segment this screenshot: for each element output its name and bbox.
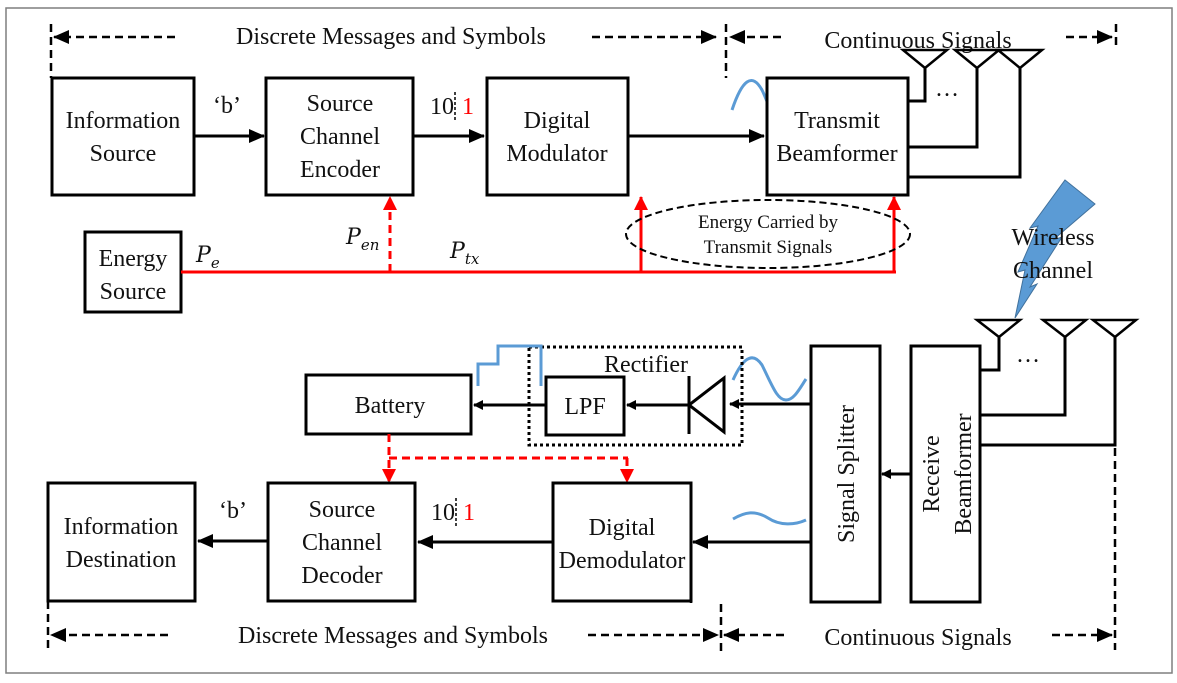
digital-demodulator-block[interactable]: Digital Demodulator — [551, 481, 693, 603]
rx-beamformer-line1: Receive — [919, 435, 945, 512]
signal-splitter-label: Signal Splitter — [834, 405, 860, 543]
bottom-continuous-label: Continuous Signals — [824, 625, 1011, 651]
battery-block[interactable]: Battery — [304, 373, 473, 436]
lpf-block[interactable]: LPF — [544, 375, 626, 437]
energy-source-line1: Energy — [99, 246, 168, 272]
bottom-discrete-label: Discrete Messages and Symbols — [238, 623, 548, 649]
energy-annotation-line1: Energy Carried by — [698, 212, 838, 233]
encoder-line1: Source — [307, 91, 374, 117]
tx-symbol-label: ‘b’ — [213, 93, 241, 119]
rx-antenna-ellipsis: … — [1016, 342, 1040, 368]
modulator-line2: Modulator — [506, 141, 607, 167]
energy-annotation-line2: Transmit Signals — [704, 237, 833, 258]
encoder-line2: Channel — [300, 124, 380, 150]
energy-source-block[interactable]: Energy Source — [83, 230, 183, 314]
rx-bits-label: 10 1 — [431, 500, 475, 526]
digital-modulator-block[interactable]: Digital Modulator — [485, 76, 630, 197]
rx-bits-black: 10 — [431, 500, 455, 526]
tx-bits-label: 10 1 — [430, 94, 474, 120]
modulator-line1: Digital — [524, 108, 591, 134]
decoder-line2: Channel — [302, 530, 382, 556]
source-channel-encoder-block[interactable]: Source Channel Encoder — [264, 76, 415, 197]
swipt-system-diagram: Discrete Messages and Symbols Continuous… — [5, 7, 1173, 674]
information-destination-line2: Destination — [66, 547, 177, 573]
tx-antenna-ellipsis: … — [935, 76, 959, 102]
receive-beamformer-block[interactable]: Receive Beamformer — [909, 344, 982, 604]
information-source-line1: Information — [66, 108, 181, 134]
rx-beamformer-line2: Beamformer — [951, 413, 977, 534]
lpf-label: LPF — [564, 394, 605, 420]
tx-beamformer-line1: Transmit — [794, 108, 880, 134]
encoder-line3: Encoder — [300, 157, 380, 183]
decoder-line1: Source — [309, 497, 376, 523]
rectifier-label: Rectifier — [604, 352, 688, 378]
rx-symbol-label: ‘b’ — [219, 498, 247, 524]
signal-splitter-block[interactable]: Signal Splitter — [809, 344, 882, 604]
demodulator-line1: Digital — [589, 515, 656, 541]
wireless-channel-line1: Wireless — [1011, 225, 1094, 251]
transmit-beamformer-block[interactable]: Transmit Beamformer — [765, 76, 910, 197]
battery-label: Battery — [355, 393, 426, 419]
decoder-line3: Decoder — [301, 563, 382, 589]
demodulator-line2: Demodulator — [559, 548, 686, 574]
tx-bits-black: 10 — [430, 94, 454, 120]
top-discrete-label: Discrete Messages and Symbols — [236, 24, 546, 50]
wireless-channel-line2: Channel — [1013, 258, 1093, 284]
information-destination-line1: Information — [64, 514, 179, 540]
information-destination-block[interactable]: Information Destination — [46, 481, 197, 603]
information-source-block[interactable]: Information Source — [50, 76, 196, 197]
energy-source-line2: Source — [100, 279, 167, 305]
source-channel-decoder-block[interactable]: Source Channel Decoder — [266, 481, 417, 603]
tx-bits-red: 1 — [462, 94, 474, 120]
information-source-line2: Source — [90, 141, 157, 167]
tx-beamformer-line2: Beamformer — [776, 141, 897, 167]
rx-bits-red: 1 — [463, 500, 475, 526]
